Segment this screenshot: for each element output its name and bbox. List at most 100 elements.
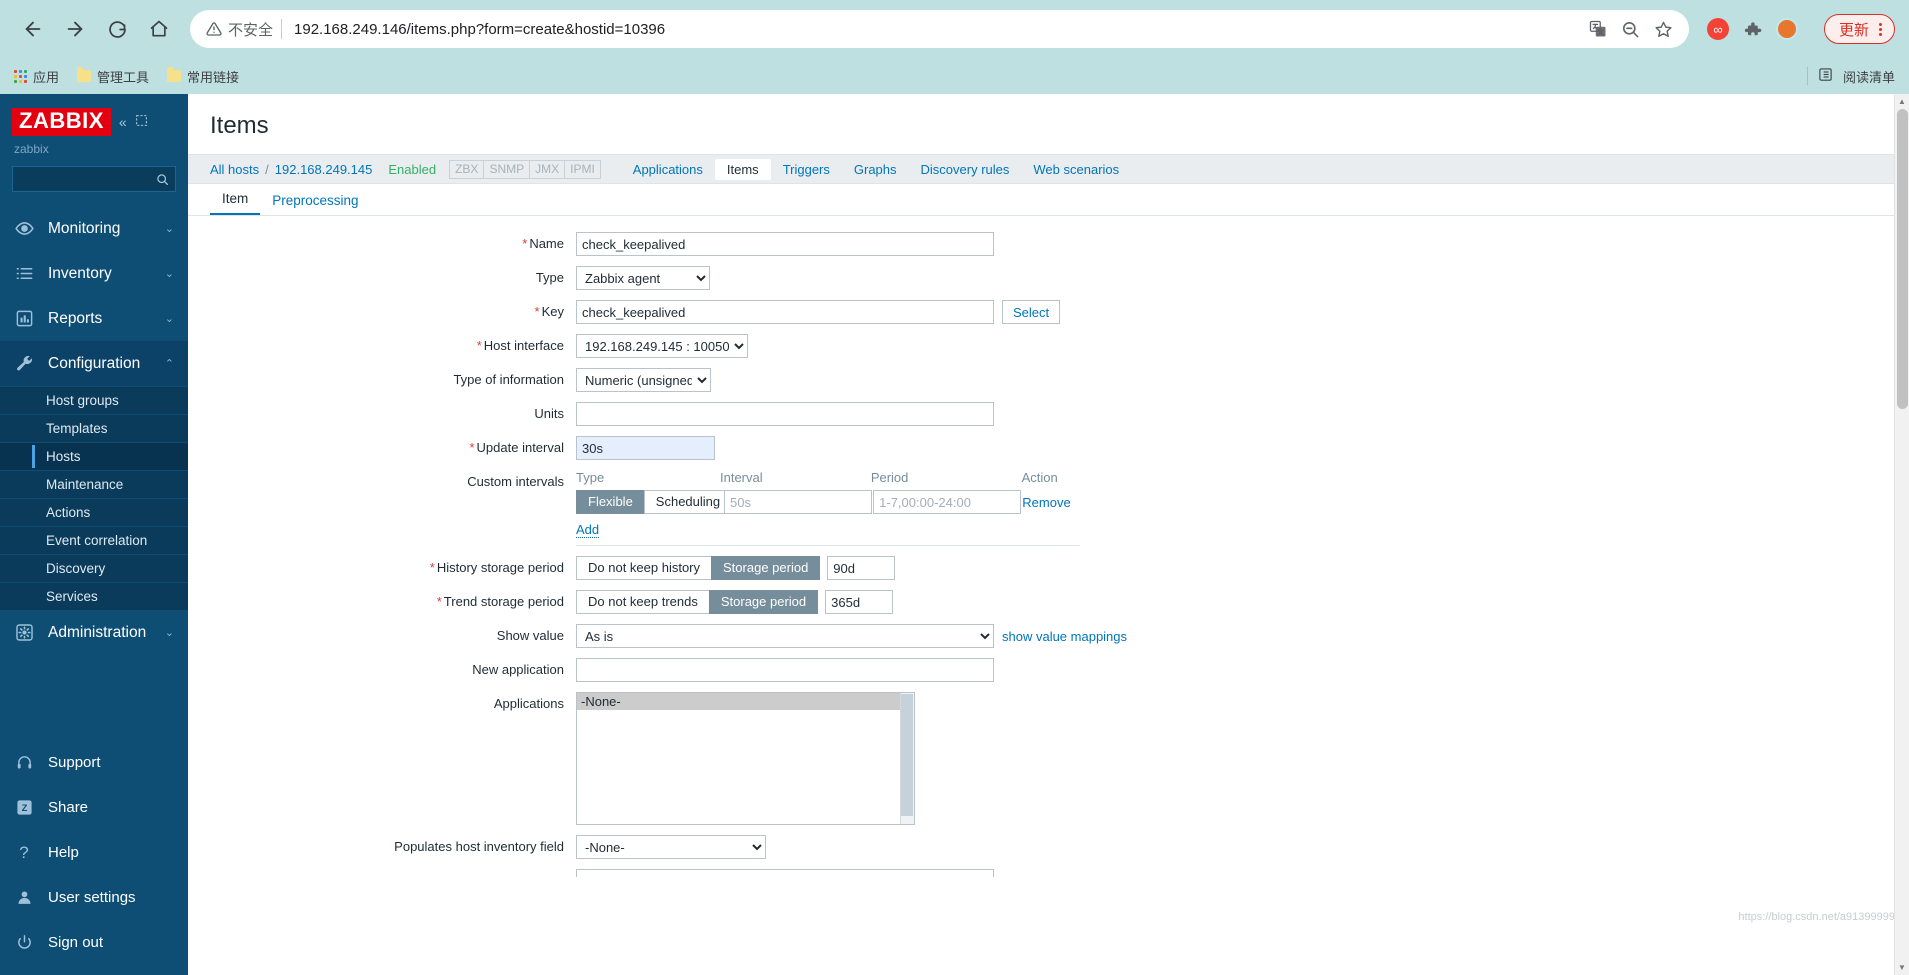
bookmark-admin-tools[interactable]: 管理工具 bbox=[77, 67, 149, 86]
omnibox[interactable]: 不安全 192.168.249.146/items.php?form=creat… bbox=[190, 10, 1689, 48]
scroll-down-arrow[interactable]: ▼ bbox=[1895, 960, 1909, 975]
sidebar-item-support[interactable]: Support bbox=[0, 740, 188, 785]
populates-host-inventory-field-select[interactable]: -None- bbox=[576, 835, 766, 859]
label-type: Type bbox=[188, 266, 576, 285]
trend-storage-toggle[interactable]: Do not keep trends Storage period bbox=[576, 590, 819, 614]
scroll-up-arrow[interactable]: ▲ bbox=[1895, 94, 1909, 109]
puzzle-extension-icon[interactable] bbox=[1743, 20, 1762, 39]
key-input[interactable] bbox=[576, 300, 994, 324]
sidebar-item-discovery[interactable]: Discovery bbox=[0, 554, 188, 582]
tab-preprocessing[interactable]: Preprocessing bbox=[260, 187, 370, 215]
label-text: Populates host inventory field bbox=[394, 839, 564, 854]
sidebar-item-services[interactable]: Services bbox=[0, 582, 188, 610]
show-value-select[interactable]: As is bbox=[576, 624, 994, 648]
sidebar-item-administration[interactable]: Administration ⌄ bbox=[0, 610, 188, 655]
history-storage-toggle[interactable]: Do not keep history Storage period bbox=[576, 556, 821, 580]
breadcrumb-all-hosts[interactable]: All hosts bbox=[210, 162, 259, 177]
zabbix-logo[interactable]: ZABBIX bbox=[12, 108, 111, 137]
scrollbar-thumb[interactable] bbox=[1897, 109, 1908, 409]
required-marker: * bbox=[534, 304, 540, 319]
history-storage-period[interactable]: Storage period bbox=[711, 556, 821, 580]
host-interface-select[interactable]: 192.168.249.145 : 10050 bbox=[576, 334, 748, 358]
subnav-tab-web-scenarios[interactable]: Web scenarios bbox=[1021, 159, 1131, 180]
subnav-tab-graphs[interactable]: Graphs bbox=[842, 159, 909, 180]
update-button[interactable]: 更新 bbox=[1823, 14, 1895, 44]
url-text[interactable]: 192.168.249.146/items.php?form=create&ho… bbox=[294, 21, 1579, 38]
sidebar-item-templates[interactable]: Templates bbox=[0, 414, 188, 442]
sidebar: ZABBIX « zabbix Monitoring ⌄ Inventory ⌄ bbox=[0, 94, 188, 975]
subnav-tab-items[interactable]: Items bbox=[714, 158, 771, 180]
trend-storage-period[interactable]: Storage period bbox=[708, 590, 819, 614]
sidebar-item-help[interactable]: ? Help bbox=[0, 830, 188, 875]
bookmark-common-links[interactable]: 常用链接 bbox=[167, 67, 239, 86]
basketball-extension-icon[interactable] bbox=[1775, 18, 1798, 40]
search-input[interactable] bbox=[12, 166, 176, 193]
name-input[interactable] bbox=[576, 232, 994, 256]
type-select[interactable]: Zabbix agentZabbix agent (active)Simple … bbox=[576, 266, 710, 290]
scrollbar-thumb[interactable] bbox=[901, 694, 913, 816]
tab-item[interactable]: Item bbox=[210, 185, 261, 215]
sidebar-item-sign-out[interactable]: Sign out bbox=[0, 920, 188, 965]
collapse-panel-icon[interactable] bbox=[135, 114, 148, 130]
history-storage-period-input[interactable] bbox=[827, 556, 896, 580]
trend-do-not-keep[interactable]: Do not keep trends bbox=[576, 590, 710, 614]
applications-listbox[interactable]: -None- bbox=[576, 692, 915, 825]
subnav-tab-discovery-rules[interactable]: Discovery rules bbox=[909, 159, 1022, 180]
key-select-button[interactable]: Select bbox=[1002, 300, 1061, 324]
submenu-label: Host groups bbox=[46, 393, 119, 409]
kebab-menu-icon[interactable] bbox=[1873, 22, 1888, 36]
subnav-tab-applications[interactable]: Applications bbox=[621, 159, 715, 180]
infinity-extension-icon[interactable]: ∞ bbox=[1706, 18, 1729, 40]
star-icon[interactable] bbox=[1654, 20, 1673, 39]
sidebar-item-host-groups[interactable]: Host groups bbox=[0, 386, 188, 414]
forward-arrow-icon[interactable] bbox=[56, 10, 94, 48]
sidebar-item-configuration[interactable]: Configuration ⌃ bbox=[0, 341, 188, 387]
translate-icon[interactable]: 文 bbox=[1589, 20, 1607, 38]
submenu-label: Event correlation bbox=[46, 533, 148, 549]
zabbix-z-icon: Z bbox=[14, 799, 34, 816]
sidebar-item-actions[interactable]: Actions bbox=[0, 498, 188, 526]
custom-interval-add-link[interactable]: Add bbox=[576, 522, 600, 538]
zabbix-app: ZABBIX « zabbix Monitoring ⌄ Inventory ⌄ bbox=[0, 94, 1909, 975]
sidebar-item-maintenance[interactable]: Maintenance bbox=[0, 470, 188, 498]
sidebar-item-reports[interactable]: Reports ⌄ bbox=[0, 296, 188, 341]
update-interval-input[interactable] bbox=[576, 436, 715, 460]
type-of-information-select[interactable]: Numeric (unsigned)Numeric (float)Charact… bbox=[576, 368, 711, 392]
breadcrumb-host[interactable]: 192.168.249.145 bbox=[275, 162, 373, 177]
reload-icon[interactable] bbox=[98, 10, 136, 48]
description-textarea-partial[interactable] bbox=[576, 869, 994, 877]
sidebar-item-inventory[interactable]: Inventory ⌄ bbox=[0, 251, 188, 296]
subnav-tab-triggers[interactable]: Triggers bbox=[771, 159, 842, 180]
sidebar-item-hosts[interactable]: Hosts bbox=[0, 442, 188, 471]
custom-interval-type-toggle[interactable]: Flexible Scheduling bbox=[576, 490, 733, 514]
history-do-not-keep[interactable]: Do not keep history bbox=[576, 556, 713, 580]
back-arrow-icon[interactable] bbox=[14, 10, 52, 48]
sidebar-item-event-correlation[interactable]: Event correlation bbox=[0, 526, 188, 554]
chevron-down-icon: ⌄ bbox=[164, 313, 174, 326]
label-custom-intervals: Custom intervals bbox=[188, 470, 576, 489]
sidebar-item-monitoring[interactable]: Monitoring ⌄ bbox=[0, 206, 188, 251]
bookmark-apps[interactable]: 应用 bbox=[14, 67, 59, 86]
zoom-out-icon[interactable] bbox=[1621, 20, 1640, 39]
trend-storage-period-input[interactable] bbox=[825, 590, 894, 614]
interval-type-flexible[interactable]: Flexible bbox=[576, 490, 645, 514]
home-icon[interactable] bbox=[140, 10, 178, 48]
label-text: Units bbox=[534, 406, 564, 421]
chevron-double-left-icon[interactable]: « bbox=[119, 114, 127, 130]
units-input[interactable] bbox=[576, 402, 994, 426]
status-badge[interactable]: Enabled bbox=[388, 162, 436, 177]
custom-interval-interval-input[interactable] bbox=[724, 490, 872, 514]
field-row-units: Units bbox=[188, 402, 1909, 426]
browser-toolbar: 不安全 192.168.249.146/items.php?form=creat… bbox=[0, 0, 1909, 58]
new-application-input[interactable] bbox=[576, 658, 994, 682]
custom-interval-period-input[interactable] bbox=[873, 490, 1022, 514]
list-item[interactable]: -None- bbox=[577, 693, 914, 710]
custom-interval-remove-link[interactable]: Remove bbox=[1022, 495, 1070, 510]
reading-list-label[interactable]: 阅读清单 bbox=[1843, 67, 1895, 86]
sidebar-item-share[interactable]: Z Share bbox=[0, 785, 188, 830]
page-scrollbar[interactable]: ▲ ▼ bbox=[1894, 94, 1909, 975]
applications-scrollbar[interactable] bbox=[900, 693, 914, 824]
show-value-mappings-link[interactable]: show value mappings bbox=[1002, 629, 1127, 644]
interval-type-scheduling[interactable]: Scheduling bbox=[643, 490, 733, 514]
sidebar-item-user-settings[interactable]: User settings bbox=[0, 875, 188, 920]
